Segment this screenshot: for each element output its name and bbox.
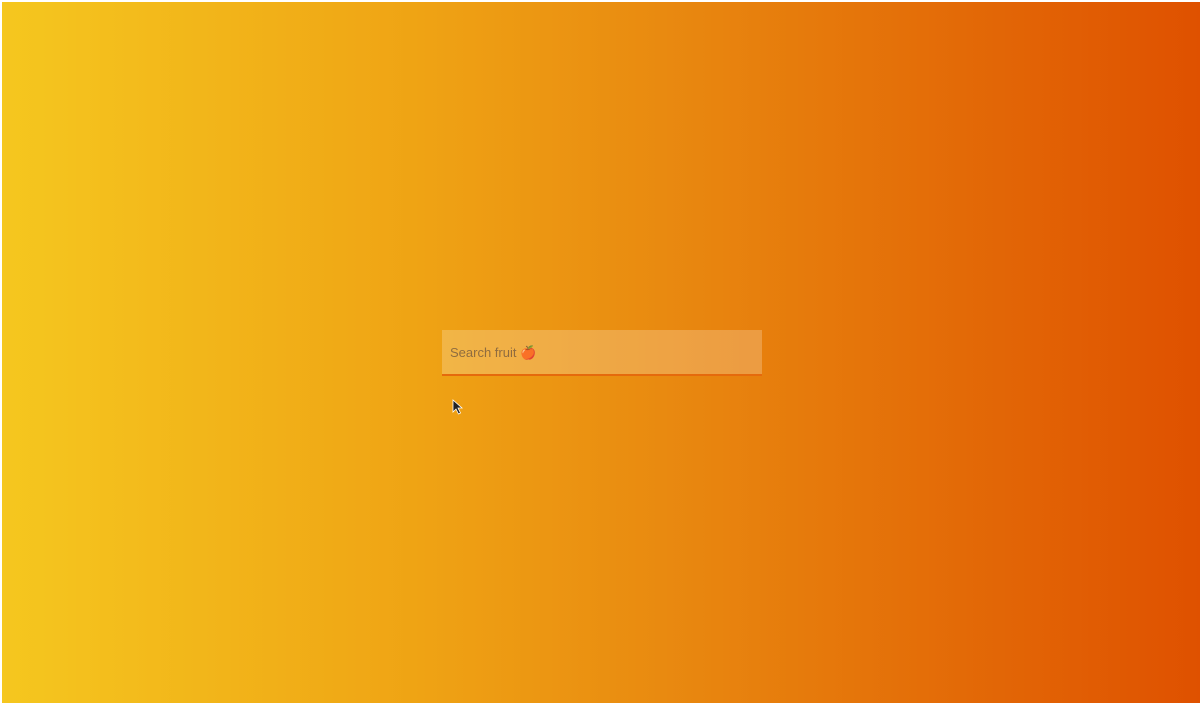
- search-box[interactable]: [442, 330, 762, 376]
- search-input[interactable]: [450, 330, 762, 374]
- page-background: [2, 2, 1200, 703]
- mouse-pointer-icon: [452, 399, 464, 415]
